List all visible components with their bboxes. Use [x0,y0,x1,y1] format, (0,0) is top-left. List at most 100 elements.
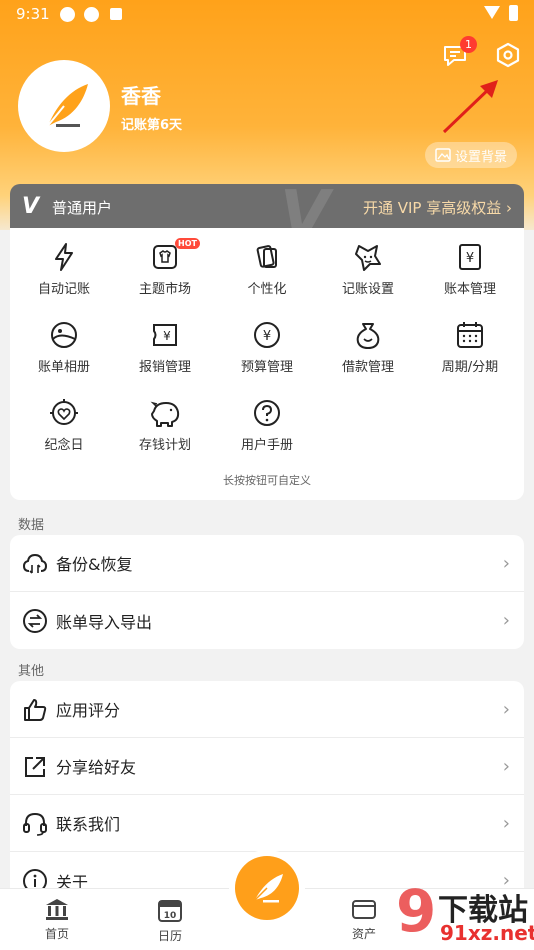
cards-icon [256,245,277,268]
ledger-icon: ¥ [459,244,481,270]
calendar-day: 10 [164,911,177,921]
message-badge: 1 [460,36,477,53]
grid-item-reimbursement[interactable]: ¥ 报销管理 [120,320,210,390]
grid-item-bill-album[interactable]: 账单相册 [19,320,109,390]
svg-text:¥: ¥ [163,329,171,343]
row-label: 备份&恢复 [56,555,133,574]
tab-calendar[interactable]: 10 日历 [140,897,200,944]
grid-item-label: 账本管理 [443,282,496,297]
tab-label: 资产 [351,927,376,941]
tab-label: 首页 [44,927,69,941]
budget-icon: ¥ [254,322,280,348]
grid-item-periodic[interactable]: 周期/分期 [425,320,515,390]
grid-item-bookkeeping-settings[interactable]: 记账设置 [323,242,413,312]
open-vip-link[interactable]: 开通 VIP 享高级权益 › [363,197,512,218]
add-record-button[interactable] [235,856,299,920]
grid-item-anniversary[interactable]: 纪念日 [19,398,109,468]
feather-quill-icon [252,874,283,903]
row-share[interactable]: 分享给好友 › [10,738,524,795]
grid-item-label: 用户手册 [240,438,293,453]
svg-text:¥: ¥ [466,251,474,266]
lightning-icon [55,243,73,271]
chevron-right-icon: › [502,552,510,574]
piggy-bank-icon [150,401,180,427]
row-import-export[interactable]: 账单导入导出 › [10,592,524,649]
anniversary-icon [50,399,78,425]
grid-item-label: 存钱计划 [138,438,191,453]
row-label: 应用评分 [56,701,121,720]
grid-item-label: 个性化 [247,282,287,297]
money-bag-icon [356,323,380,349]
annotation-arrow-icon [442,80,498,134]
watermark-digit: 9 [396,877,437,945]
cloud-sync-icon [22,553,48,574]
section-title-data: 数据 [18,518,45,533]
user-name: 香香 [121,84,161,108]
vip-watermark-icon: V [280,184,330,228]
notification-icon [110,8,122,20]
bookkeeping-days: 记账第6天 [121,118,183,133]
thumbs-up-icon [24,699,47,721]
feature-grid: 自动记账 HOT 主题市场 个性化 记账设置 ¥ 账本管理 账单相册 ¥ 报销管… [10,228,524,500]
row-backup-restore[interactable]: 备份&恢复 › [10,535,524,592]
vip-user-type: 普通用户 [52,199,113,217]
grid-item-ledger-management[interactable]: ¥ 账本管理 [425,242,515,312]
wallet-icon [352,900,376,919]
battery-icon [509,5,518,21]
set-background-label: 设置背景 [454,149,507,165]
avatar[interactable] [18,60,110,152]
row-contact-us[interactable]: 联系我们 › [10,795,524,852]
notification-icon [60,7,75,22]
svg-text:¥: ¥ [263,329,271,344]
data-card: 备份&恢复 › 账单导入导出 › [10,535,524,649]
vip-logo-icon: V [22,194,40,219]
grid-item-loan[interactable]: 借款管理 [323,320,413,390]
grid-item-label: 报销管理 [138,360,191,375]
tab-home[interactable]: 首页 [27,897,87,942]
row-rate-app[interactable]: 应用评分 › [10,681,524,738]
home-bank-icon [46,899,68,920]
status-time: 9:31 [16,5,50,23]
chevron-right-icon: › [502,755,510,777]
grid-item-label: 账单相册 [37,360,90,375]
grid-item-label: 主题市场 [138,282,191,297]
help-icon [254,400,280,426]
grid-item-user-manual[interactable]: 用户手册 [222,398,312,468]
grid-item-label: 记账设置 [341,282,394,297]
tab-label: 日历 [157,929,182,943]
chevron-right-icon: › [502,812,510,834]
share-icon [25,757,45,777]
row-label: 联系我们 [56,815,121,834]
vip-banner[interactable]: V V 普通用户 开通 VIP 享高级权益 › [10,184,524,228]
settings-gear-icon[interactable] [494,41,522,69]
section-title-other: 其他 [18,664,45,679]
grid-item-label: 纪念日 [44,438,84,453]
image-icon [435,148,451,162]
watermark-url: 91xz.net [440,921,534,945]
grid-item-label: 预算管理 [240,360,293,375]
reimburse-icon: ¥ [153,324,177,346]
grid-item-saving-plan[interactable]: 存钱计划 [120,398,210,468]
grid-item-personalize[interactable]: 个性化 [222,242,312,312]
chevron-right-icon: › [502,610,510,631]
calendar-icon: 10 [158,900,182,922]
set-background-button[interactable]: 设置背景 [425,142,517,168]
tab-assets[interactable]: 资产 [334,897,394,942]
row-label: 账单导入导出 [56,612,153,632]
wifi-icon [484,6,500,19]
grid-item-label: 自动记账 [37,282,90,297]
hot-badge: HOT [175,238,200,249]
grid-item-theme-market[interactable]: HOT 主题市场 [120,238,210,312]
customize-hint: 长按按钮可自定义 [223,474,311,487]
grid-item-label: 借款管理 [341,360,394,375]
import-export-icon [23,609,47,633]
tshirt-icon [153,245,177,269]
album-icon [51,322,77,348]
star-face-icon [355,245,381,271]
watermark-logo: 9 下载站 91xz.net [396,877,534,950]
grid-item-budget[interactable]: ¥ 预算管理 [222,320,312,390]
grid-item-auto-bookkeeping[interactable]: 自动记账 [19,242,109,312]
chevron-right-icon: › [502,698,510,720]
notification-icon [84,7,99,22]
calendar-icon [457,322,483,348]
